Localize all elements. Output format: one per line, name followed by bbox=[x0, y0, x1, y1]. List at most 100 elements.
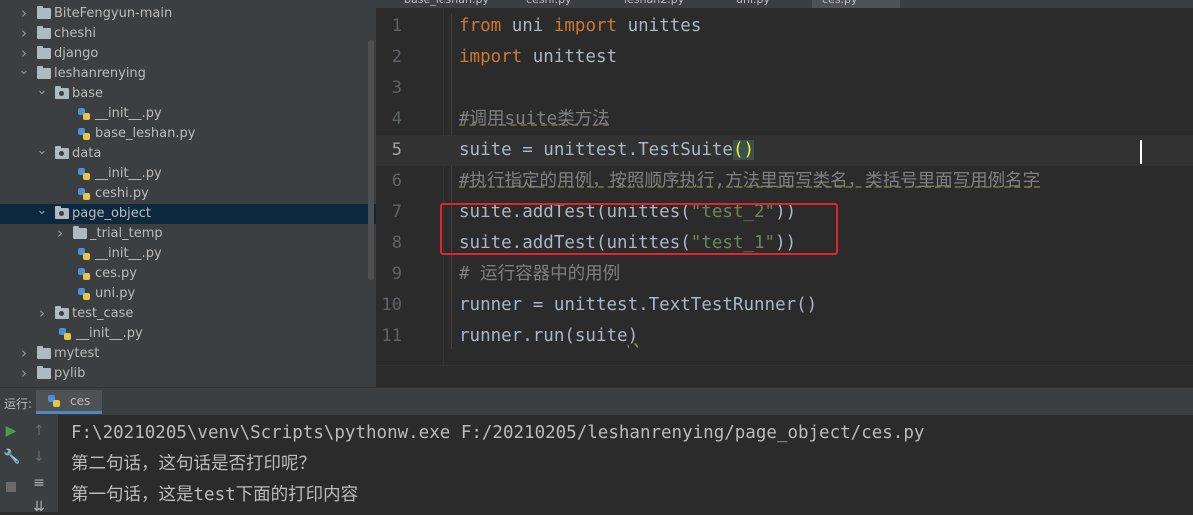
code-line[interactable]: 9 # 运行容器中的用例 bbox=[376, 259, 1193, 290]
tree-item-label: __init__.py bbox=[95, 246, 162, 261]
chevron-right-icon[interactable]: › bbox=[36, 306, 48, 321]
chevron-right-icon[interactable]: › bbox=[54, 226, 66, 241]
tree-item-page-object[interactable]: ⌄ page_object bbox=[0, 204, 376, 224]
chevron-down-icon[interactable]: ⌄ bbox=[36, 144, 48, 158]
python-file-icon bbox=[59, 328, 73, 340]
code-line[interactable]: 3 bbox=[376, 73, 1193, 104]
tree-item-label: __init__.py bbox=[95, 106, 162, 121]
line-number: 1 bbox=[391, 16, 402, 36]
tree-item-init-py[interactable]: __init__.py bbox=[0, 324, 376, 344]
tree-item-label: uni.py bbox=[95, 286, 136, 301]
tree-item-label: django bbox=[54, 46, 99, 61]
line-number: 9 bbox=[391, 264, 402, 284]
run-panel-label: 运行: bbox=[4, 397, 33, 411]
tree-item-label: data bbox=[72, 146, 102, 161]
code-line[interactable]: 10 runner = unittest.TextTestRunner() bbox=[376, 290, 1193, 321]
code-line[interactable]: 2 import unittest bbox=[376, 42, 1193, 73]
code-text: runner.run(suite) bbox=[459, 326, 639, 346]
tree-item-ces-py[interactable]: ces.py bbox=[0, 264, 376, 284]
run-toolbar: ▶ ↑ 🔧 ↓ ≡ ⇊ bbox=[0, 415, 58, 515]
python-file-icon bbox=[48, 395, 61, 408]
tree-item-uni-py[interactable]: uni.py bbox=[0, 284, 376, 304]
line-number: 6 bbox=[391, 171, 402, 191]
scroll-to-end-icon[interactable]: ⇊ bbox=[31, 499, 47, 515]
code-text: from uni import unittes bbox=[459, 16, 702, 36]
tree-item-test-case[interactable]: › test_case bbox=[0, 304, 376, 324]
tree-item-label: cheshi bbox=[54, 26, 97, 41]
chevron-right-icon[interactable]: › bbox=[18, 46, 30, 61]
tree-item-base-leshan-py[interactable]: base_leshan.py bbox=[0, 124, 376, 144]
tree-item-label: ces.py bbox=[95, 266, 137, 281]
line-number: 3 bbox=[391, 78, 402, 98]
console-line: F:\20210205\venv\Scripts\pythonw.exe F:/… bbox=[71, 423, 925, 443]
tree-item-ceshi-py[interactable]: ceshi.py bbox=[0, 184, 376, 204]
tree-item-cheshi[interactable]: › cheshi bbox=[0, 24, 376, 44]
tree-item-label: pylib bbox=[54, 366, 86, 381]
line-number: 8 bbox=[391, 233, 402, 253]
chevron-down-icon[interactable]: ⌄ bbox=[36, 204, 48, 218]
tree-item-trial-temp[interactable]: › _trial_temp bbox=[0, 224, 376, 244]
tree-item-mytest[interactable]: › mytest bbox=[0, 344, 376, 364]
tree-item-bitefengyun-main[interactable]: › BiteFengyun-main bbox=[0, 4, 376, 24]
tree-item-django[interactable]: › django bbox=[0, 44, 376, 64]
chevron-right-icon[interactable]: › bbox=[18, 26, 30, 41]
python-file-icon bbox=[78, 108, 92, 120]
package-folder-icon bbox=[55, 306, 69, 319]
editor-breadcrumb-bar bbox=[376, 365, 1193, 388]
chevron-right-icon[interactable]: › bbox=[18, 346, 30, 361]
code-text: suite = unittest.TestSuite() bbox=[459, 140, 755, 160]
soft-wrap-icon[interactable]: ≡ bbox=[31, 475, 47, 491]
python-file-icon bbox=[78, 168, 92, 180]
tree-item-label: _trial_temp bbox=[90, 226, 163, 241]
text-caret bbox=[1140, 140, 1142, 164]
line-number: 7 bbox=[391, 202, 402, 222]
tree-item-label: __init__.py bbox=[76, 326, 143, 341]
tree-item-label: base bbox=[72, 86, 103, 101]
editor-tab-ces-py[interactable]: ces.py bbox=[812, 0, 900, 8]
python-file-icon bbox=[78, 248, 92, 260]
python-file-icon bbox=[78, 288, 92, 300]
editor-tab-ceshi-py[interactable]: ceshi.py bbox=[516, 0, 618, 8]
run-panel-header: 运行: ces bbox=[0, 387, 1193, 416]
tree-item-label: leshanrenying bbox=[54, 66, 146, 81]
code-line[interactable]: 1 from uni import unittes bbox=[376, 11, 1193, 42]
folder-icon bbox=[37, 366, 51, 379]
line-number: 11 bbox=[381, 326, 402, 346]
tree-item-label: page_object bbox=[72, 206, 152, 221]
package-folder-icon bbox=[55, 146, 69, 159]
run-icon[interactable]: ▶ bbox=[3, 423, 19, 439]
tree-item-init-py[interactable]: __init__.py bbox=[0, 244, 376, 264]
code-line[interactable]: 4 #调用suite类方法 bbox=[376, 104, 1193, 135]
up-arrow-icon[interactable]: ↑ bbox=[31, 423, 47, 439]
line-number: 4 bbox=[391, 109, 402, 129]
python-file-icon bbox=[78, 188, 92, 200]
folder-icon bbox=[73, 226, 87, 239]
tree-item-leshanrenying[interactable]: ⌄ leshanrenying bbox=[0, 64, 376, 84]
stop-icon[interactable] bbox=[3, 480, 19, 496]
tree-item-label: __init__.py bbox=[95, 166, 162, 181]
editor-tab-base-leshan-py[interactable]: base_leshan.py bbox=[394, 0, 522, 8]
editor-tab-leshan2-py[interactable]: leshan2.py bbox=[614, 0, 730, 8]
tree-item-label: test_case bbox=[72, 306, 134, 321]
editor-tab-uni-py[interactable]: uni.py bbox=[726, 0, 816, 8]
annotation-highlight-box bbox=[440, 203, 838, 255]
code-line[interactable]: 6 #执行指定的用例，按照顺序执行,方法里面写类名，类括号里面写用例名字 bbox=[376, 166, 1193, 197]
chevron-right-icon[interactable]: › bbox=[18, 366, 30, 381]
tree-item-pylib[interactable]: › pylib bbox=[0, 364, 376, 384]
tree-item-init-py[interactable]: __init__.py bbox=[0, 164, 376, 184]
tree-item-init-py[interactable]: __init__.py bbox=[0, 104, 376, 124]
tree-item-base[interactable]: ⌄ base bbox=[0, 84, 376, 104]
code-text: import unittest bbox=[459, 47, 618, 67]
run-console[interactable]: F:\20210205\venv\Scripts\pythonw.exe F:/… bbox=[58, 415, 1193, 512]
code-line[interactable]: 11 runner.run(suite) bbox=[376, 321, 1193, 352]
tree-item-data[interactable]: ⌄ data bbox=[0, 144, 376, 164]
project-scrollbar[interactable] bbox=[368, 40, 374, 280]
wrench-icon[interactable]: 🔧 bbox=[3, 449, 20, 465]
code-line[interactable]: 5 suite = unittest.TestSuite() bbox=[376, 135, 1193, 166]
run-tab-ces[interactable]: ces bbox=[36, 390, 103, 414]
chevron-down-icon[interactable]: ⌄ bbox=[18, 64, 30, 78]
code-editor[interactable]: base_leshan.pyceshi.pyleshan2.pyuni.pyce… bbox=[376, 0, 1193, 387]
down-arrow-icon[interactable]: ↓ bbox=[31, 449, 47, 465]
chevron-right-icon[interactable]: › bbox=[18, 6, 30, 21]
chevron-down-icon[interactable]: ⌄ bbox=[36, 84, 48, 98]
